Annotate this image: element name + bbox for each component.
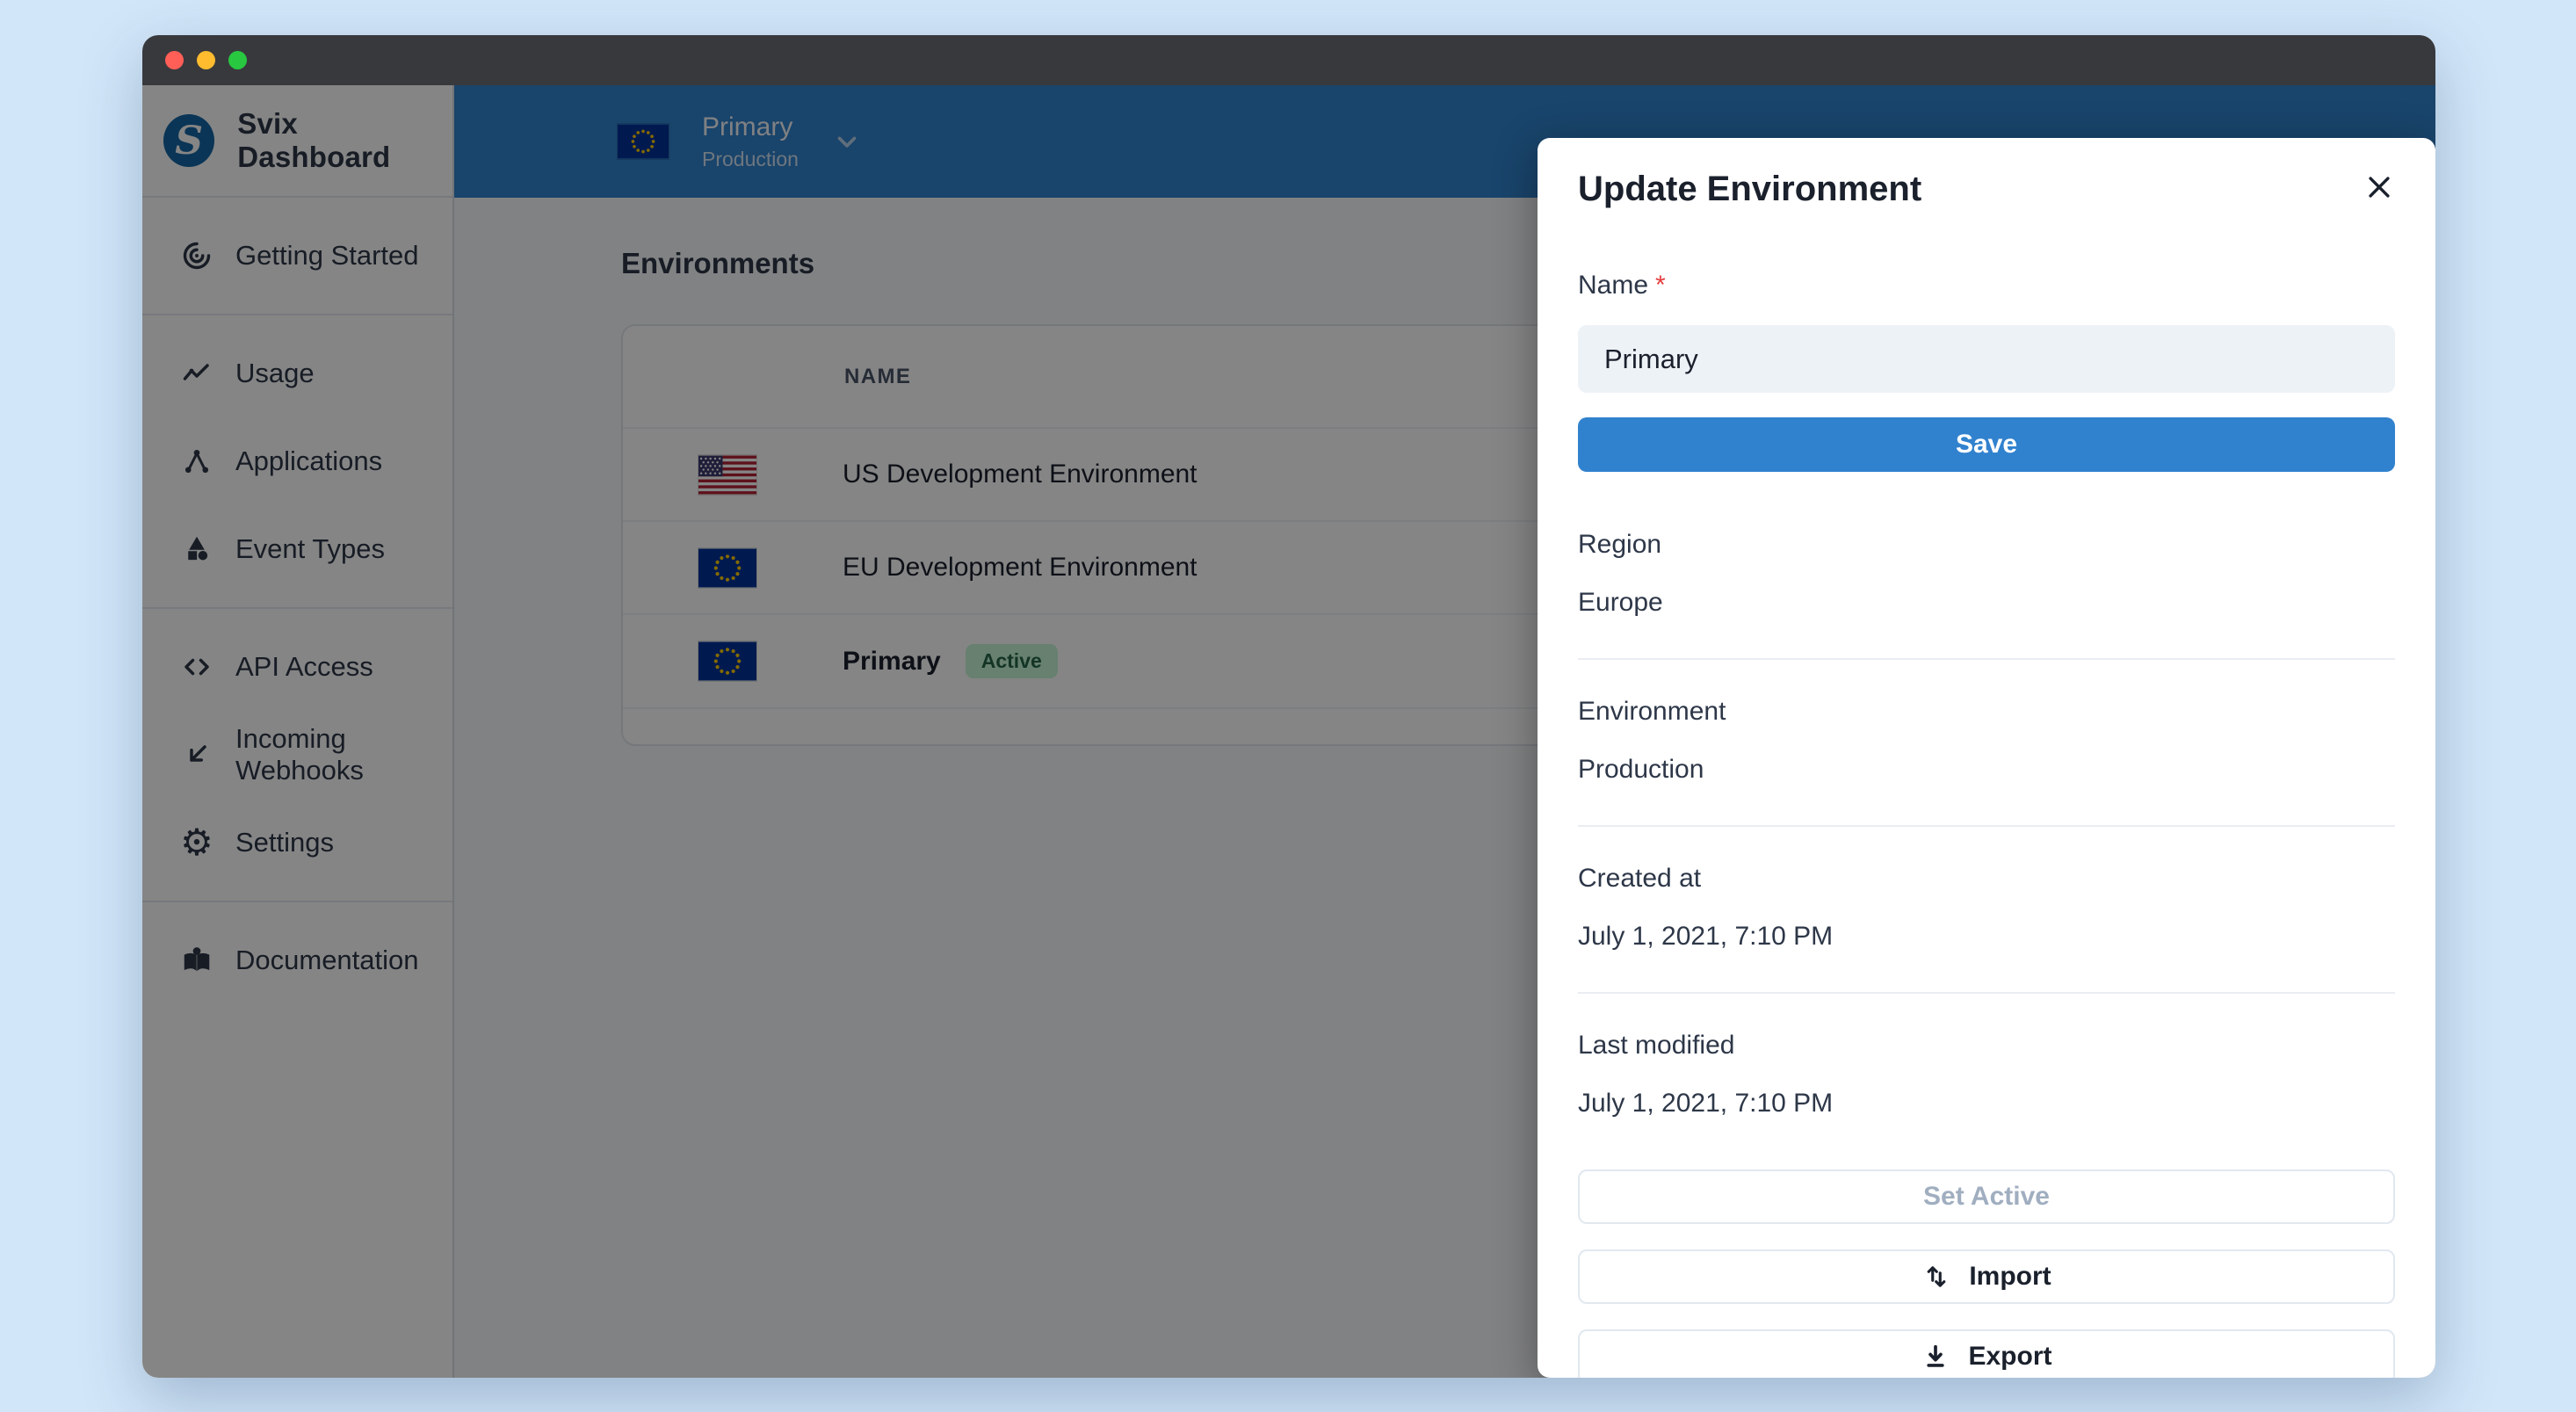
modal-actions: Set Active Import Export (1578, 1169, 2395, 1378)
window-titlebar (142, 35, 2435, 85)
environment-field: Environment Production (1578, 658, 2395, 825)
required-asterisk: * (1655, 271, 1666, 300)
last-modified-label: Last modified (1578, 1031, 2395, 1061)
app-body: S Svix Dashboard Getting Started (142, 85, 2435, 1378)
created-at-field: Created at July 1, 2021, 7:10 PM (1578, 825, 2395, 992)
close-icon[interactable] (2355, 163, 2404, 212)
import-button-label: Import (1969, 1262, 2051, 1292)
export-button[interactable]: Export (1578, 1329, 2395, 1378)
import-arrows-icon (1921, 1262, 1951, 1292)
modal-body: Name* Save Region Europe Environment Pro… (1538, 209, 2435, 1378)
created-at-label: Created at (1578, 864, 2395, 894)
last-modified-field: Last modified July 1, 2021, 7:10 PM (1578, 992, 2395, 1159)
region-label: Region (1578, 530, 2395, 560)
modal-title: Update Environment (1578, 170, 2397, 209)
app-window: S Svix Dashboard Getting Started (142, 35, 2435, 1378)
region-field: Region Europe (1578, 493, 2395, 658)
update-environment-modal: Update Environment Name* Save Region Eur… (1538, 138, 2435, 1378)
modal-header: Update Environment (1538, 138, 2435, 209)
name-field-label: Name (1578, 271, 1648, 300)
export-button-label: Export (1968, 1342, 2051, 1372)
last-modified-value: July 1, 2021, 7:10 PM (1578, 1089, 2395, 1119)
traffic-lights (165, 51, 247, 69)
created-at-value: July 1, 2021, 7:10 PM (1578, 922, 2395, 952)
set-active-button[interactable]: Set Active (1578, 1169, 2395, 1224)
environment-value: Production (1578, 755, 2395, 785)
minimize-window-button[interactable] (197, 51, 215, 69)
save-button[interactable]: Save (1578, 417, 2395, 472)
export-download-icon (1921, 1342, 1950, 1372)
close-window-button[interactable] (165, 51, 184, 69)
region-value: Europe (1578, 588, 2395, 618)
environment-label: Environment (1578, 697, 2395, 727)
name-field-label-row: Name* (1578, 271, 2395, 301)
zoom-window-button[interactable] (228, 51, 247, 69)
info-fields: Region Europe Environment Production Cre… (1578, 493, 2395, 1159)
import-button[interactable]: Import (1578, 1249, 2395, 1304)
name-input[interactable] (1578, 325, 2395, 393)
